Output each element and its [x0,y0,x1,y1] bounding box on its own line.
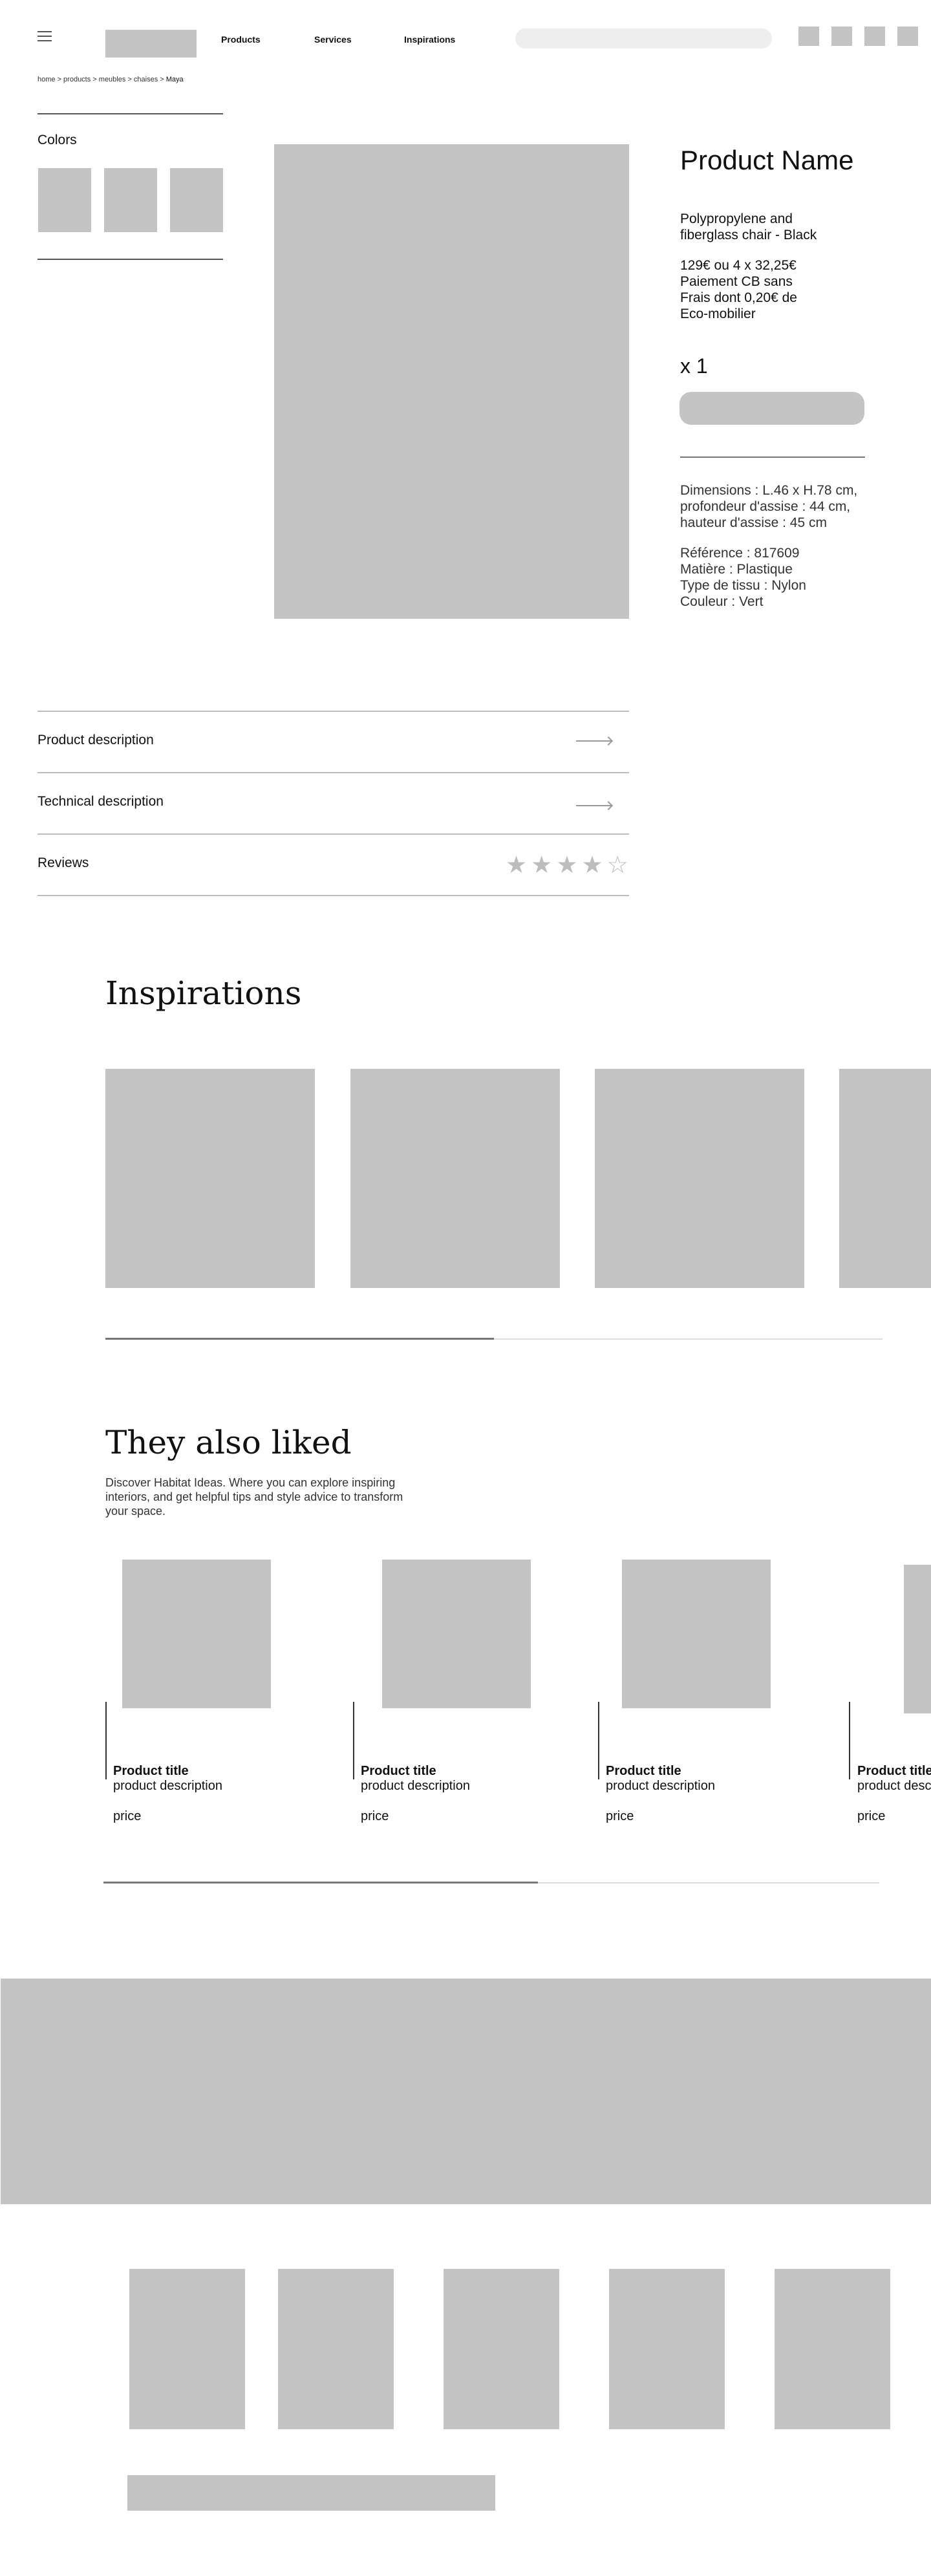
inspirations-scroll-thumb[interactable] [105,1338,494,1340]
inspirations-title: Inspirations [105,974,302,1012]
footer-bar[interactable] [127,2475,495,2511]
colors-label: Colors [37,133,77,147]
divider [37,113,223,114]
card-divider [849,1702,850,1779]
color-swatch[interactable] [38,168,91,232]
footer-tile[interactable] [609,2269,725,2429]
divider [37,711,629,712]
product-card-description: product description [857,1779,931,1793]
card-divider [353,1702,354,1779]
product-card-title[interactable]: Product title [857,1764,931,1779]
product-card-description: product description [606,1779,715,1793]
product-name: Product Name [680,145,854,175]
footer-tile[interactable] [129,2269,245,2429]
liked-description: Discover Habitat Ideas. Where you can ex… [105,1476,403,1518]
product-image[interactable] [274,144,629,619]
arrow-right-icon[interactable] [576,736,614,746]
hamburger-icon [37,31,52,32]
color-swatch[interactable] [104,168,157,232]
product-card[interactable]: Product title product description price [113,1764,222,1824]
inspiration-card[interactable] [105,1069,315,1288]
product-card[interactable]: Product title product description price [606,1764,715,1824]
accordion-product-description[interactable]: Product description [37,733,154,748]
add-to-cart-button[interactable] [680,392,864,425]
nav-products[interactable]: Products [221,34,261,45]
quantity-selector[interactable]: x 1 [680,354,708,378]
product-card-description: product description [361,1779,470,1793]
divider [37,833,629,835]
breadcrumb[interactable]: home > products > meubles > chaises > Ma… [37,76,184,83]
product-price: 129€ ou 4 x 32,25€ Paiement CB sans Frai… [680,258,797,321]
inspiration-card[interactable] [595,1069,804,1288]
divider [37,259,223,260]
product-card[interactable]: Product title product description price [361,1764,470,1824]
product-card-image[interactable] [904,1565,931,1713]
inspiration-card[interactable] [839,1069,931,1288]
menu-button[interactable] [37,31,52,41]
product-card-title[interactable]: Product title [113,1764,222,1779]
product-card-image[interactable] [622,1560,771,1708]
liked-scroll-thumb[interactable] [103,1882,538,1884]
product-card-price: price [857,1809,886,1823]
divider [680,456,865,458]
product-card-price: price [113,1809,142,1823]
logo[interactable] [105,30,197,58]
accordion-technical-description[interactable]: Technical description [37,794,164,810]
product-card[interactable]: Product title product description price [857,1764,931,1824]
breadcrumb-path[interactable]: home > products > meubles > chaises > [37,76,166,83]
arrow-right-icon[interactable] [576,800,614,811]
product-card-description: product description [113,1779,222,1793]
accordion-reviews[interactable]: Reviews [37,855,89,871]
nav-services[interactable]: Services [314,34,352,45]
product-card-title[interactable]: Product title [606,1764,715,1779]
wishlist-icon[interactable] [831,27,852,46]
card-divider [598,1702,599,1779]
product-subtitle: Polypropylene and fiberglass chair - Bla… [680,211,817,242]
product-card-image[interactable] [122,1560,271,1708]
product-card-image[interactable] [382,1560,531,1708]
star-rating[interactable]: ★★★★☆ [506,851,632,879]
product-card-price: price [606,1809,634,1823]
card-divider [105,1702,107,1779]
product-card-title[interactable]: Product title [361,1764,470,1779]
liked-title: They also liked [105,1424,352,1461]
search-input[interactable] [515,28,772,48]
footer-tile[interactable] [278,2269,394,2429]
divider [37,772,629,773]
breadcrumb-current: Maya [166,76,184,83]
footer-tile[interactable] [444,2269,559,2429]
product-card-price: price [361,1809,389,1823]
divider [37,895,629,896]
account-icon[interactable] [798,27,819,46]
footer-tile[interactable] [775,2269,890,2429]
promo-banner[interactable] [1,1979,931,2204]
cart-icon[interactable] [897,27,918,46]
nav-inspirations[interactable]: Inspirations [404,34,455,45]
product-details: Référence : 817609 Matière : Plastique T… [680,546,806,609]
inspiration-card[interactable] [350,1069,560,1288]
color-swatch[interactable] [170,168,223,232]
store-icon[interactable] [864,27,885,46]
product-dimensions: Dimensions : L.46 x H.78 cm, profondeur … [680,483,858,530]
